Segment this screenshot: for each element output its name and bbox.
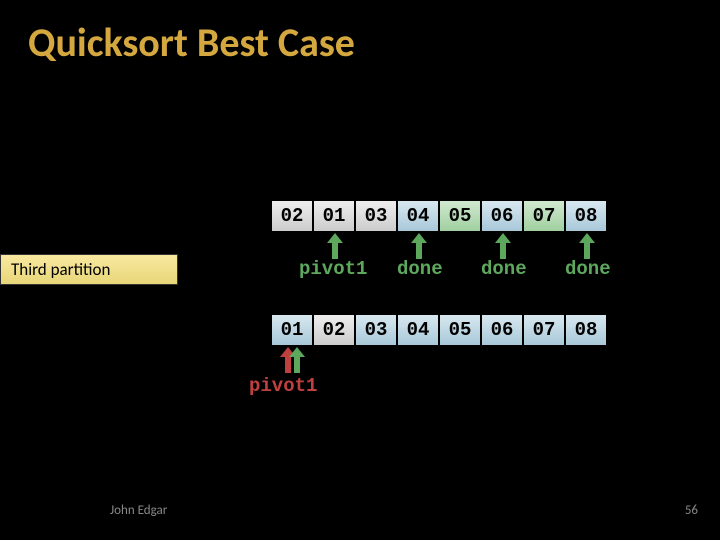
cell: 03 bbox=[355, 314, 397, 346]
array-row-1: 02 01 03 04 05 06 07 08 bbox=[271, 200, 607, 232]
cell: 04 bbox=[397, 314, 439, 346]
cell: 05 bbox=[439, 200, 481, 232]
footer-page: 56 bbox=[685, 503, 698, 518]
cell: 04 bbox=[397, 200, 439, 232]
arrow-up-icon bbox=[327, 233, 343, 259]
pivot-label: pivot1 bbox=[249, 375, 317, 397]
cell: 08 bbox=[565, 200, 607, 232]
slide-title: Quicksort Best Case bbox=[28, 18, 355, 67]
cell: 08 bbox=[565, 314, 607, 346]
footer-author: John Edgar bbox=[110, 503, 167, 518]
cell: 02 bbox=[271, 200, 313, 232]
cell: 06 bbox=[481, 200, 523, 232]
cell: 07 bbox=[523, 200, 565, 232]
cell: 05 bbox=[439, 314, 481, 346]
cell: 07 bbox=[523, 314, 565, 346]
partition-label: Third partition bbox=[0, 254, 178, 285]
cell: 03 bbox=[355, 200, 397, 232]
array-row-2: 01 02 03 04 05 06 07 08 bbox=[271, 314, 607, 346]
done-label: done bbox=[565, 258, 611, 280]
pivot-label: pivot1 bbox=[299, 258, 367, 280]
cell: 02 bbox=[313, 314, 355, 346]
arrow-up-icon bbox=[579, 233, 595, 259]
cell: 01 bbox=[313, 200, 355, 232]
arrow-up-icon bbox=[411, 233, 427, 259]
done-label: done bbox=[397, 258, 443, 280]
cell: 01 bbox=[271, 314, 313, 346]
done-label: done bbox=[481, 258, 527, 280]
arrow-up-icon bbox=[495, 233, 511, 259]
arrow-up-icon bbox=[289, 347, 305, 373]
cell: 06 bbox=[481, 314, 523, 346]
